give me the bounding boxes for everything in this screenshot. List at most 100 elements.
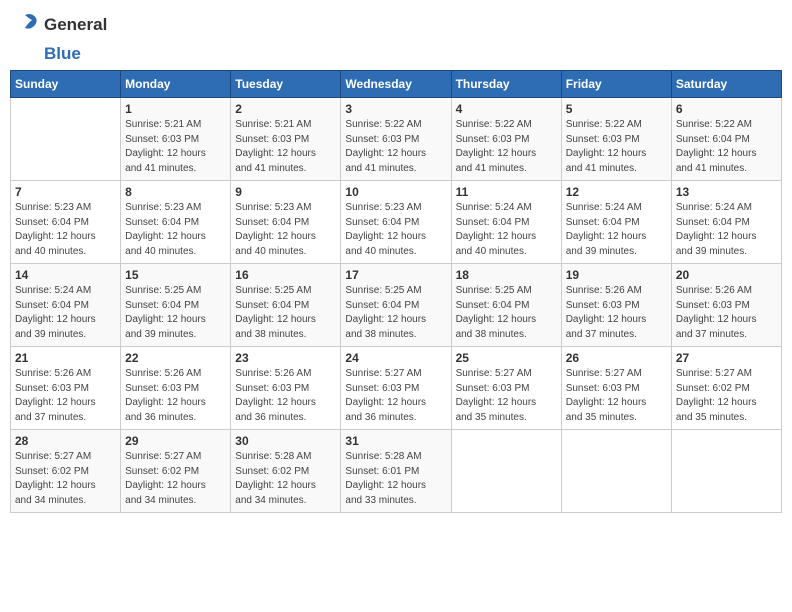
header-saturday: Saturday: [671, 71, 781, 98]
day-number: 11: [456, 185, 557, 199]
day-detail: Sunrise: 5:23 AM Sunset: 6:04 PM Dayligh…: [235, 201, 336, 259]
day-number: 31: [345, 434, 446, 448]
day-detail: Sunrise: 5:27 AM Sunset: 6:03 PM Dayligh…: [566, 367, 667, 425]
day-detail: Sunrise: 5:27 AM Sunset: 6:03 PM Dayligh…: [345, 367, 446, 425]
day-detail: Sunrise: 5:27 AM Sunset: 6:03 PM Dayligh…: [456, 367, 557, 425]
day-detail: Sunrise: 5:25 AM Sunset: 6:04 PM Dayligh…: [345, 284, 446, 342]
day-number: 8: [125, 185, 226, 199]
day-number: 12: [566, 185, 667, 199]
day-detail: Sunrise: 5:28 AM Sunset: 6:01 PM Dayligh…: [345, 450, 446, 508]
day-number: 17: [345, 268, 446, 282]
header-sunday: Sunday: [11, 71, 121, 98]
day-number: 15: [125, 268, 226, 282]
day-cell: [561, 430, 671, 513]
day-cell: 28 Sunrise: 5:27 AM Sunset: 6:02 PM Dayli…: [11, 430, 121, 513]
day-number: 28: [15, 434, 116, 448]
header-monday: Monday: [121, 71, 231, 98]
day-detail: Sunrise: 5:24 AM Sunset: 6:04 PM Dayligh…: [15, 284, 116, 342]
day-number: 9: [235, 185, 336, 199]
day-number: 16: [235, 268, 336, 282]
week-row-3: 14 Sunrise: 5:24 AM Sunset: 6:04 PM Dayli…: [11, 264, 782, 347]
day-number: 20: [676, 268, 777, 282]
day-detail: Sunrise: 5:26 AM Sunset: 6:03 PM Dayligh…: [676, 284, 777, 342]
day-cell: 27 Sunrise: 5:27 AM Sunset: 6:02 PM Dayli…: [671, 347, 781, 430]
header-tuesday: Tuesday: [231, 71, 341, 98]
day-number: 29: [125, 434, 226, 448]
day-detail: Sunrise: 5:25 AM Sunset: 6:04 PM Dayligh…: [235, 284, 336, 342]
day-detail: Sunrise: 5:27 AM Sunset: 6:02 PM Dayligh…: [676, 367, 777, 425]
day-number: 19: [566, 268, 667, 282]
day-cell: 29 Sunrise: 5:27 AM Sunset: 6:02 PM Dayli…: [121, 430, 231, 513]
day-number: 22: [125, 351, 226, 365]
day-number: 23: [235, 351, 336, 365]
day-detail: Sunrise: 5:28 AM Sunset: 6:02 PM Dayligh…: [235, 450, 336, 508]
day-cell: [671, 430, 781, 513]
day-detail: Sunrise: 5:26 AM Sunset: 6:03 PM Dayligh…: [235, 367, 336, 425]
day-detail: Sunrise: 5:27 AM Sunset: 6:02 PM Dayligh…: [15, 450, 116, 508]
day-detail: Sunrise: 5:22 AM Sunset: 6:03 PM Dayligh…: [456, 118, 557, 176]
day-number: 10: [345, 185, 446, 199]
week-row-4: 21 Sunrise: 5:26 AM Sunset: 6:03 PM Dayli…: [11, 347, 782, 430]
day-number: 14: [15, 268, 116, 282]
header-friday: Friday: [561, 71, 671, 98]
day-number: 13: [676, 185, 777, 199]
day-cell: 4 Sunrise: 5:22 AM Sunset: 6:03 PM Daylig…: [451, 98, 561, 181]
week-row-1: 1 Sunrise: 5:21 AM Sunset: 6:03 PM Daylig…: [11, 98, 782, 181]
day-cell: 14 Sunrise: 5:24 AM Sunset: 6:04 PM Dayli…: [11, 264, 121, 347]
logo-general-text: General: [44, 15, 107, 35]
day-detail: Sunrise: 5:22 AM Sunset: 6:03 PM Dayligh…: [345, 118, 446, 176]
day-detail: Sunrise: 5:21 AM Sunset: 6:03 PM Dayligh…: [235, 118, 336, 176]
day-cell: 30 Sunrise: 5:28 AM Sunset: 6:02 PM Dayli…: [231, 430, 341, 513]
day-cell: 16 Sunrise: 5:25 AM Sunset: 6:04 PM Dayli…: [231, 264, 341, 347]
day-detail: Sunrise: 5:23 AM Sunset: 6:04 PM Dayligh…: [15, 201, 116, 259]
day-number: 3: [345, 102, 446, 116]
day-cell: 26 Sunrise: 5:27 AM Sunset: 6:03 PM Dayli…: [561, 347, 671, 430]
day-number: 30: [235, 434, 336, 448]
day-cell: 17 Sunrise: 5:25 AM Sunset: 6:04 PM Dayli…: [341, 264, 451, 347]
day-cell: 20 Sunrise: 5:26 AM Sunset: 6:03 PM Dayli…: [671, 264, 781, 347]
logo-bird-icon: [10, 10, 40, 40]
day-cell: 19Sunrise: 5:26 AM Sunset: 6:03 PM Dayli…: [561, 264, 671, 347]
day-detail: Sunrise: 5:22 AM Sunset: 6:03 PM Dayligh…: [566, 118, 667, 176]
day-detail: Sunrise: 5:26 AM Sunset: 6:03 PM Dayligh…: [15, 367, 116, 425]
day-cell: 9 Sunrise: 5:23 AM Sunset: 6:04 PM Daylig…: [231, 181, 341, 264]
day-number: 18: [456, 268, 557, 282]
page-header: General Blue: [10, 10, 782, 64]
day-cell: 18Sunrise: 5:25 AM Sunset: 6:04 PM Dayli…: [451, 264, 561, 347]
day-number: 24: [345, 351, 446, 365]
calendar-table: SundayMondayTuesdayWednesdayThursdayFrid…: [10, 70, 782, 513]
day-cell: 25Sunrise: 5:27 AM Sunset: 6:03 PM Dayli…: [451, 347, 561, 430]
day-cell: 13Sunrise: 5:24 AM Sunset: 6:04 PM Dayli…: [671, 181, 781, 264]
day-cell: 2 Sunrise: 5:21 AM Sunset: 6:03 PM Daylig…: [231, 98, 341, 181]
day-number: 6: [676, 102, 777, 116]
day-cell: 8 Sunrise: 5:23 AM Sunset: 6:04 PM Daylig…: [121, 181, 231, 264]
day-number: 4: [456, 102, 557, 116]
day-cell: 6 Sunrise: 5:22 AM Sunset: 6:04 PM Daylig…: [671, 98, 781, 181]
day-number: 1: [125, 102, 226, 116]
day-number: 5: [566, 102, 667, 116]
calendar-header-row: SundayMondayTuesdayWednesdayThursdayFrid…: [11, 71, 782, 98]
day-number: 21: [15, 351, 116, 365]
day-cell: [451, 430, 561, 513]
day-cell: 24 Sunrise: 5:27 AM Sunset: 6:03 PM Dayli…: [341, 347, 451, 430]
day-detail: Sunrise: 5:23 AM Sunset: 6:04 PM Dayligh…: [125, 201, 226, 259]
day-number: 27: [676, 351, 777, 365]
day-detail: Sunrise: 5:21 AM Sunset: 6:03 PM Dayligh…: [125, 118, 226, 176]
day-cell: 1 Sunrise: 5:21 AM Sunset: 6:03 PM Daylig…: [121, 98, 231, 181]
day-cell: 12Sunrise: 5:24 AM Sunset: 6:04 PM Dayli…: [561, 181, 671, 264]
day-cell: 22Sunrise: 5:26 AM Sunset: 6:03 PM Dayli…: [121, 347, 231, 430]
day-number: 7: [15, 185, 116, 199]
logo: General Blue: [10, 10, 107, 64]
week-row-2: 7 Sunrise: 5:23 AM Sunset: 6:04 PM Daylig…: [11, 181, 782, 264]
day-detail: Sunrise: 5:23 AM Sunset: 6:04 PM Dayligh…: [345, 201, 446, 259]
day-detail: Sunrise: 5:22 AM Sunset: 6:04 PM Dayligh…: [676, 118, 777, 176]
day-number: 2: [235, 102, 336, 116]
day-cell: 3 Sunrise: 5:22 AM Sunset: 6:03 PM Daylig…: [341, 98, 451, 181]
day-cell: [11, 98, 121, 181]
day-detail: Sunrise: 5:27 AM Sunset: 6:02 PM Dayligh…: [125, 450, 226, 508]
day-detail: Sunrise: 5:24 AM Sunset: 6:04 PM Dayligh…: [456, 201, 557, 259]
day-number: 26: [566, 351, 667, 365]
day-cell: 11 Sunrise: 5:24 AM Sunset: 6:04 PM Dayli…: [451, 181, 561, 264]
logo-blue-text: Blue: [44, 44, 81, 64]
day-cell: 15Sunrise: 5:25 AM Sunset: 6:04 PM Dayli…: [121, 264, 231, 347]
